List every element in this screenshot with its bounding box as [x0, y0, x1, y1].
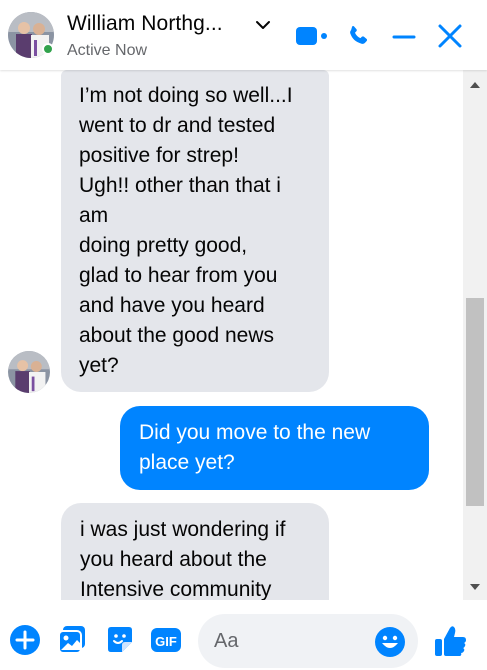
scroll-down-arrow-icon[interactable] [470, 584, 480, 590]
active-status: Active Now [67, 42, 148, 59]
message-text-line: doing pretty good, [79, 234, 248, 257]
incoming-message[interactable]: I’m not doing so well...I went to dr and… [61, 70, 329, 392]
message-text-line: went to dr and tested [79, 114, 276, 137]
online-status-indicator [42, 43, 54, 55]
message-text-line: positive for strep! [79, 144, 239, 167]
message-text-line: yet? [79, 354, 119, 377]
message-text-line: Intensive community [80, 578, 272, 600]
close-icon [438, 24, 462, 48]
svg-text:GIF: GIF [155, 634, 177, 649]
message-list[interactable]: I’m not doing so well...I went to dr and… [0, 70, 487, 600]
video-camera-icon [296, 27, 327, 45]
outgoing-message[interactable]: Did you move to the new place yet? [120, 406, 429, 490]
message-input-placeholder: Aa [214, 630, 239, 652]
audio-call-button[interactable] [340, 18, 376, 54]
message-text-line: Ugh!! other than that i [79, 174, 281, 197]
message-text-line: you heard about the [80, 548, 267, 571]
scrollbar-thumb[interactable] [466, 298, 484, 506]
sticker-icon[interactable] [104, 624, 136, 656]
message-text-line: am [79, 204, 109, 227]
gif-icon[interactable]: GIF [150, 624, 182, 656]
message-text-line: about the good news [79, 324, 274, 347]
thumbs-up-icon[interactable] [433, 624, 469, 660]
close-button[interactable] [432, 18, 468, 54]
chevron-down-icon[interactable] [254, 16, 272, 34]
contact-name[interactable]: William Northg... [67, 12, 223, 36]
message-text-line: i was just wondering if [80, 518, 286, 541]
video-call-button[interactable] [294, 18, 330, 54]
image-icon[interactable] [56, 624, 88, 656]
sender-avatar[interactable] [8, 351, 50, 393]
incoming-message[interactable]: i was just wondering if you heard about … [61, 503, 329, 600]
message-text-line: glad to hear from you [79, 264, 278, 287]
minimize-icon [392, 35, 416, 39]
scroll-up-arrow-icon[interactable] [470, 82, 480, 88]
minimize-button[interactable] [386, 18, 422, 54]
chat-header: William Northg... Active Now [0, 0, 487, 70]
message-text-line: I’m not doing so well...I [79, 84, 293, 107]
message-text-line: and have you heard [79, 294, 265, 317]
message-text-line: Did you move to the new [139, 421, 371, 444]
message-text-line: place yet? [139, 451, 235, 474]
scrollbar[interactable] [463, 70, 487, 600]
plus-circle-icon[interactable] [9, 624, 41, 656]
phone-icon [350, 26, 368, 44]
emoji-icon[interactable] [374, 626, 406, 658]
